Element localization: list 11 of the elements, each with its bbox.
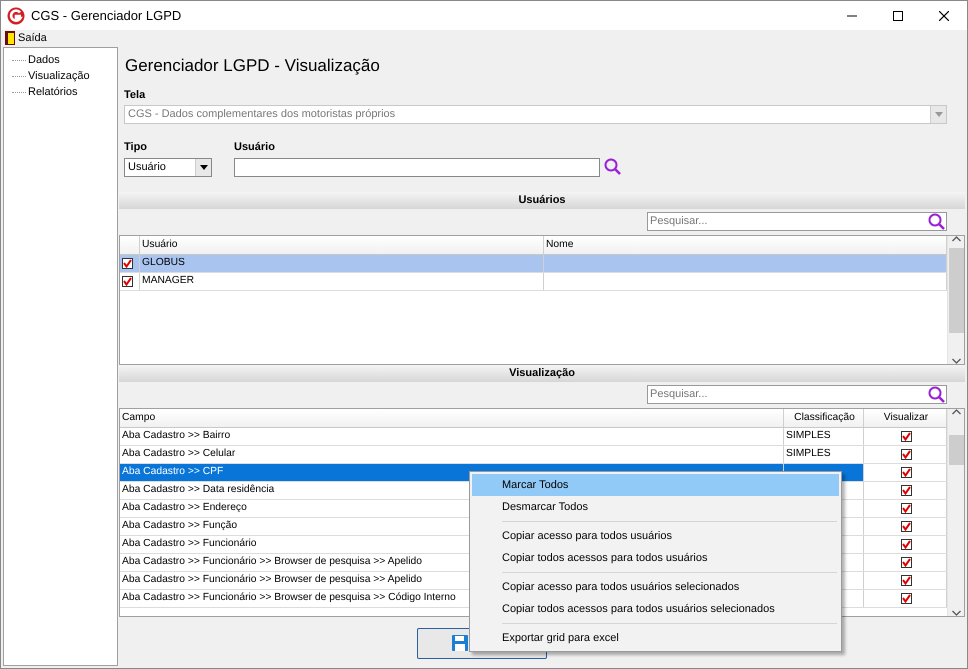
- field-label: Usuário: [234, 140, 276, 155]
- table-cell: Aba Cadastro >> Celular: [120, 446, 784, 463]
- section-header: Usuários: [119, 192, 965, 208]
- field-label: Tela: [124, 88, 146, 102]
- field-label: Tipo: [124, 140, 148, 155]
- section-header: Visualização: [119, 364, 965, 382]
- table-cell: GLOBUS: [140, 254, 544, 272]
- page-heading: Gerenciador LGPD - Visualização: [125, 55, 381, 77]
- window-title: CGS - Gerenciador LGPD: [31, 6, 182, 25]
- table-cell: Aba Cadastro >> Bairro: [120, 428, 784, 445]
- table-cell: MANAGER: [140, 272, 544, 290]
